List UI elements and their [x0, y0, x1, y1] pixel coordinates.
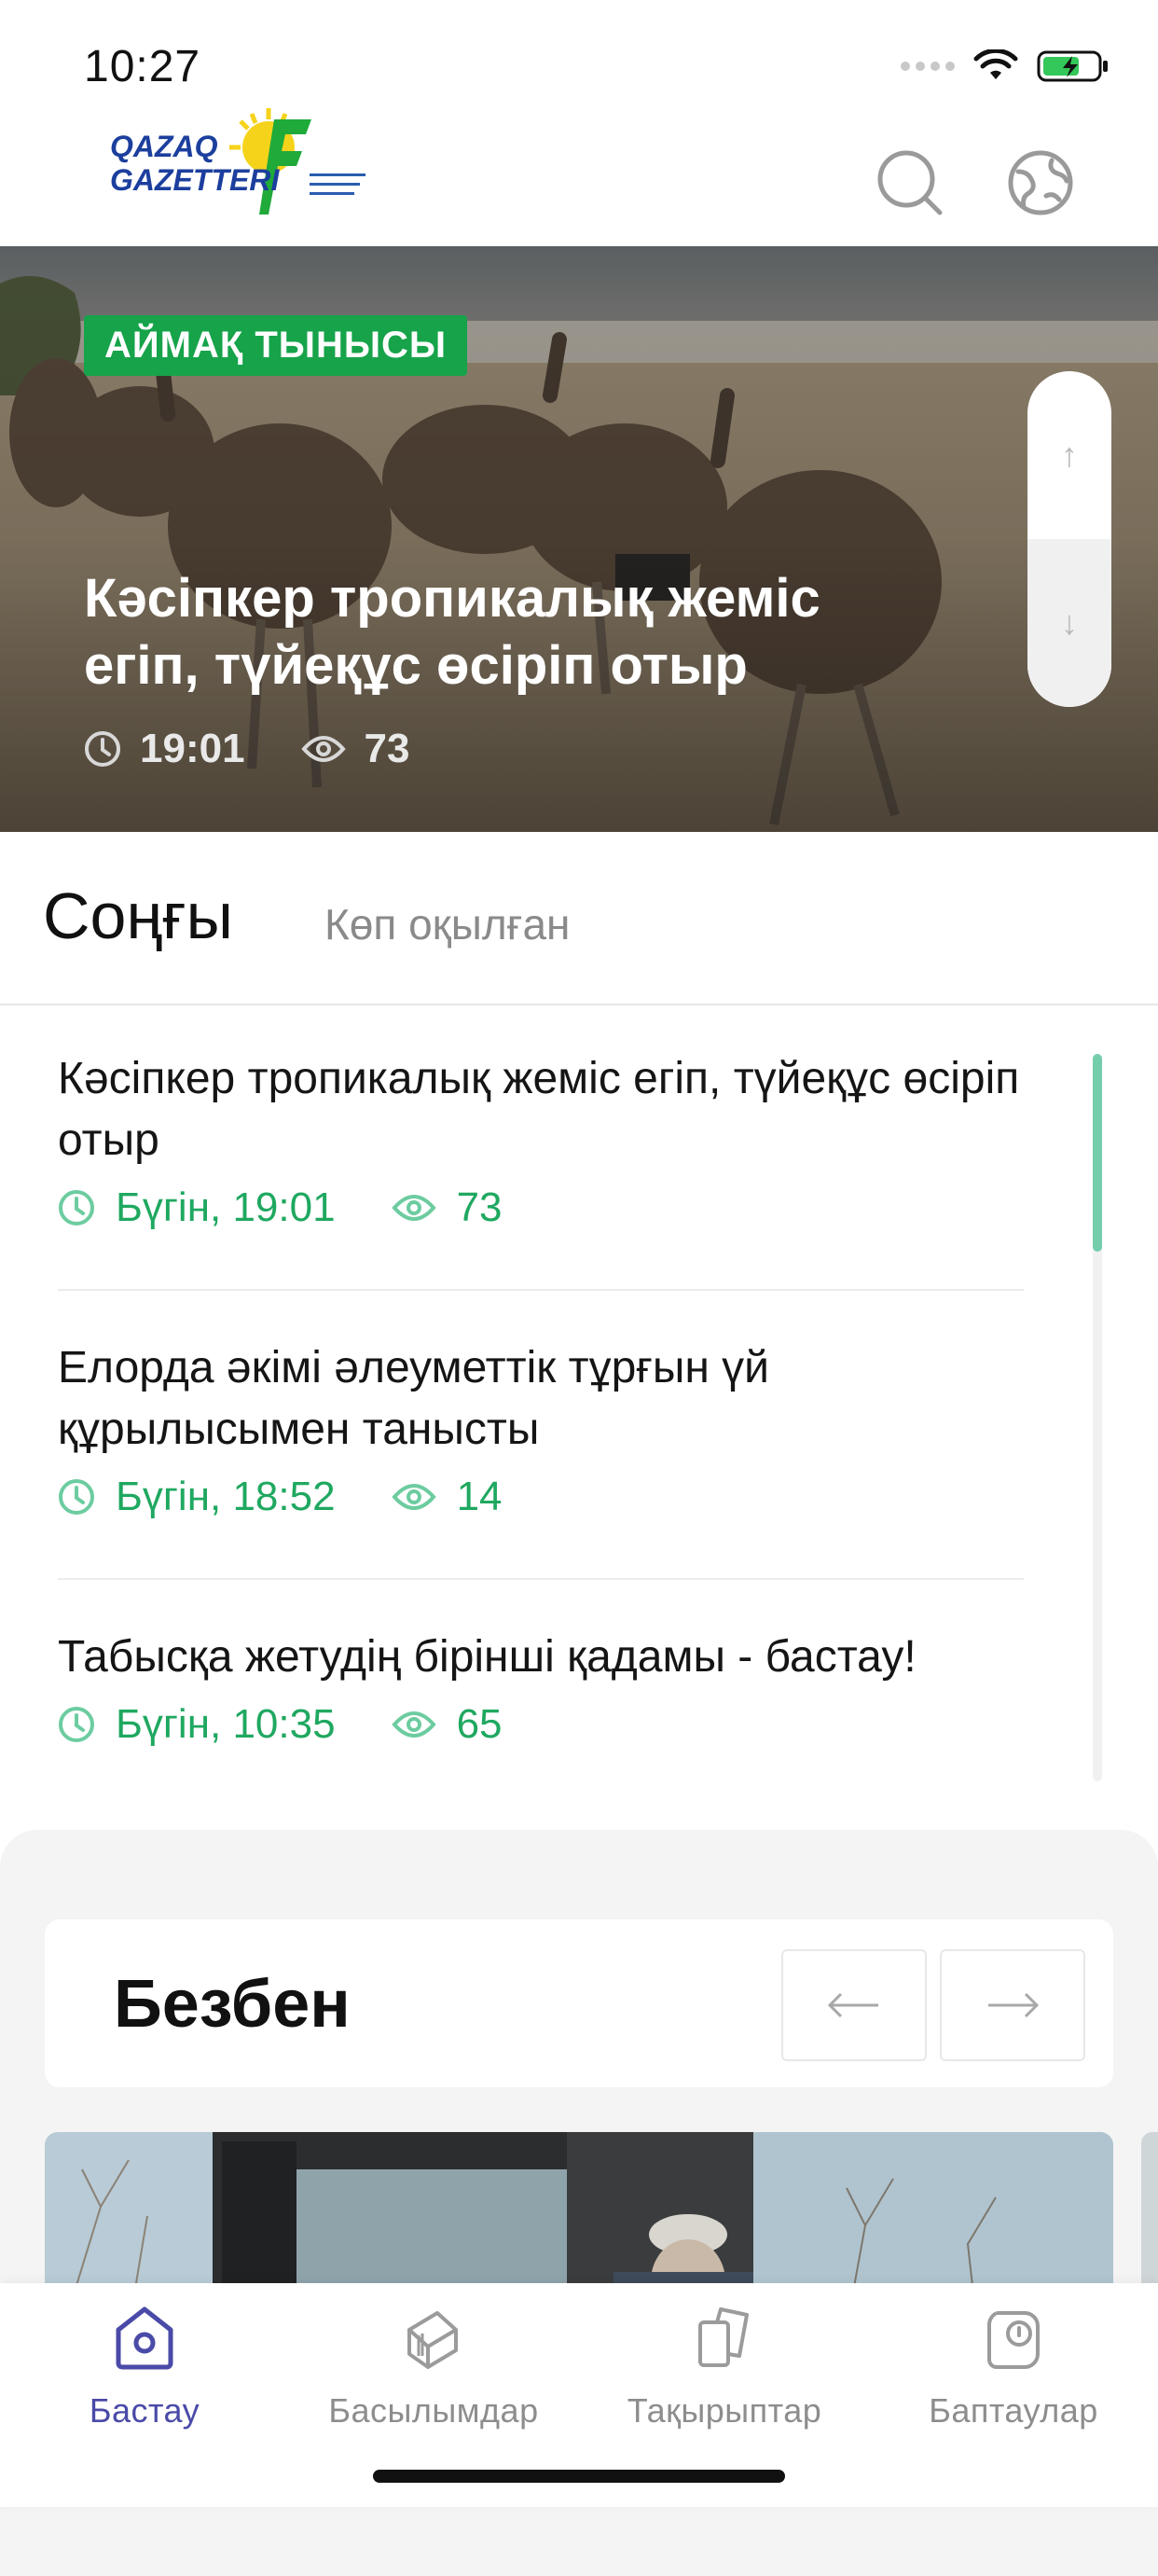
news-title: Кәсіпкер тропикалық жеміс егіп, түйеқұс …: [58, 1054, 1020, 1165]
hero-meta: 19:01 73: [84, 726, 466, 772]
clock-icon: [59, 1190, 94, 1226]
tab-most-read[interactable]: Көп оқылған: [324, 899, 570, 949]
nav-publications[interactable]: Басылымдар: [294, 2294, 573, 2431]
news-list-scroll-thumb[interactable]: [1093, 1054, 1102, 1252]
news-time: Бүгін, 18:52: [116, 1474, 336, 1519]
eye-icon: [300, 736, 346, 762]
nav-home[interactable]: Бастау: [5, 2294, 284, 2431]
hero-category-tag[interactable]: АЙМАҚ ТЫНЫСЫ: [84, 315, 468, 376]
logo-text-line2: GAZETTERI: [110, 163, 280, 197]
hero-title[interactable]: Кәсіпкер тропикалық жеміс егіп, түйеқұс …: [84, 565, 923, 699]
topics-icon: [698, 2307, 749, 2367]
news-list-item[interactable]: Табысқа жетудің бірінші қадамы - бастау!…: [58, 1627, 1027, 1748]
news-title: Елорда әкімі әлеуметтік тұрғын үй құрылы…: [58, 1343, 769, 1454]
nav-home-label: Бастау: [89, 2391, 200, 2430]
hero-time: 19:01: [140, 726, 245, 771]
news-time: Бүгін, 10:35: [116, 1701, 336, 1747]
carousel-prev-button[interactable]: [781, 1949, 927, 2061]
carousel-next-button[interactable]: [940, 1949, 1085, 2061]
search-button[interactable]: [875, 147, 945, 218]
slide-up-button[interactable]: ↑: [1027, 371, 1111, 539]
clock-icon: [85, 731, 120, 767]
nav-topics-label: Тақырыптар: [627, 2391, 822, 2430]
arrow-right-icon: [988, 1992, 1040, 2018]
slide-down-button[interactable]: ↓: [1027, 539, 1111, 707]
nav-settings-label: Баптаулар: [929, 2391, 1098, 2430]
divider: [58, 1578, 1024, 1580]
settings-icon: [986, 2311, 1040, 2369]
status-icons: [901, 48, 1110, 84]
news-list-item[interactable]: Елорда әкімі әлеуметтік тұрғын үй құрылы…: [58, 1337, 1027, 1520]
arrow-down-icon: ↓: [1061, 603, 1078, 642]
eye-icon: [391, 1195, 436, 1221]
hero-views: 73: [364, 726, 410, 771]
status-time: 10:27: [84, 42, 201, 91]
section-title: Безбен: [114, 1967, 351, 2042]
qazaq-gazetteri-logo[interactable]: QAZAQ GAZETTERI: [110, 101, 380, 231]
divider: [58, 1289, 1024, 1291]
news-time: Бүгін, 19:01: [116, 1184, 336, 1230]
search-icon: [877, 150, 943, 215]
battery-icon: [1037, 50, 1108, 82]
logo-text-line1: QAZAQ: [110, 130, 218, 163]
nav-publications-label: Басылымдар: [328, 2391, 539, 2430]
news-views: 14: [456, 1474, 503, 1519]
hero-slider-control[interactable]: ↑ ↓: [1027, 371, 1111, 707]
home-icon: [116, 2306, 173, 2370]
publications-icon: [407, 2311, 458, 2369]
arrow-up-icon: ↑: [1061, 436, 1078, 474]
news-title: Табысқа жетудің бірінші қадамы - бастау!: [58, 1632, 917, 1682]
clock-icon: [59, 1707, 94, 1742]
language-button[interactable]: [1005, 147, 1076, 218]
eye-icon: [391, 1484, 436, 1510]
arrow-left-icon: [827, 1992, 878, 2018]
globe-icon: [1008, 150, 1073, 215]
home-indicator[interactable]: [373, 2470, 785, 2483]
news-views: 73: [456, 1184, 503, 1230]
nav-topics[interactable]: Тақырыптар: [585, 2294, 864, 2431]
clock-icon: [59, 1479, 94, 1515]
eye-icon: [391, 1711, 436, 1738]
cellular-signal-icon: [901, 62, 955, 71]
nav-settings[interactable]: Баптаулар: [874, 2294, 1153, 2431]
news-list-item[interactable]: Кәсіпкер тропикалық жеміс егіп, түйеқұс …: [58, 1048, 1027, 1231]
news-views: 65: [456, 1701, 503, 1747]
tab-latest[interactable]: Соңғы: [43, 879, 233, 953]
wifi-icon: [973, 49, 1018, 79]
